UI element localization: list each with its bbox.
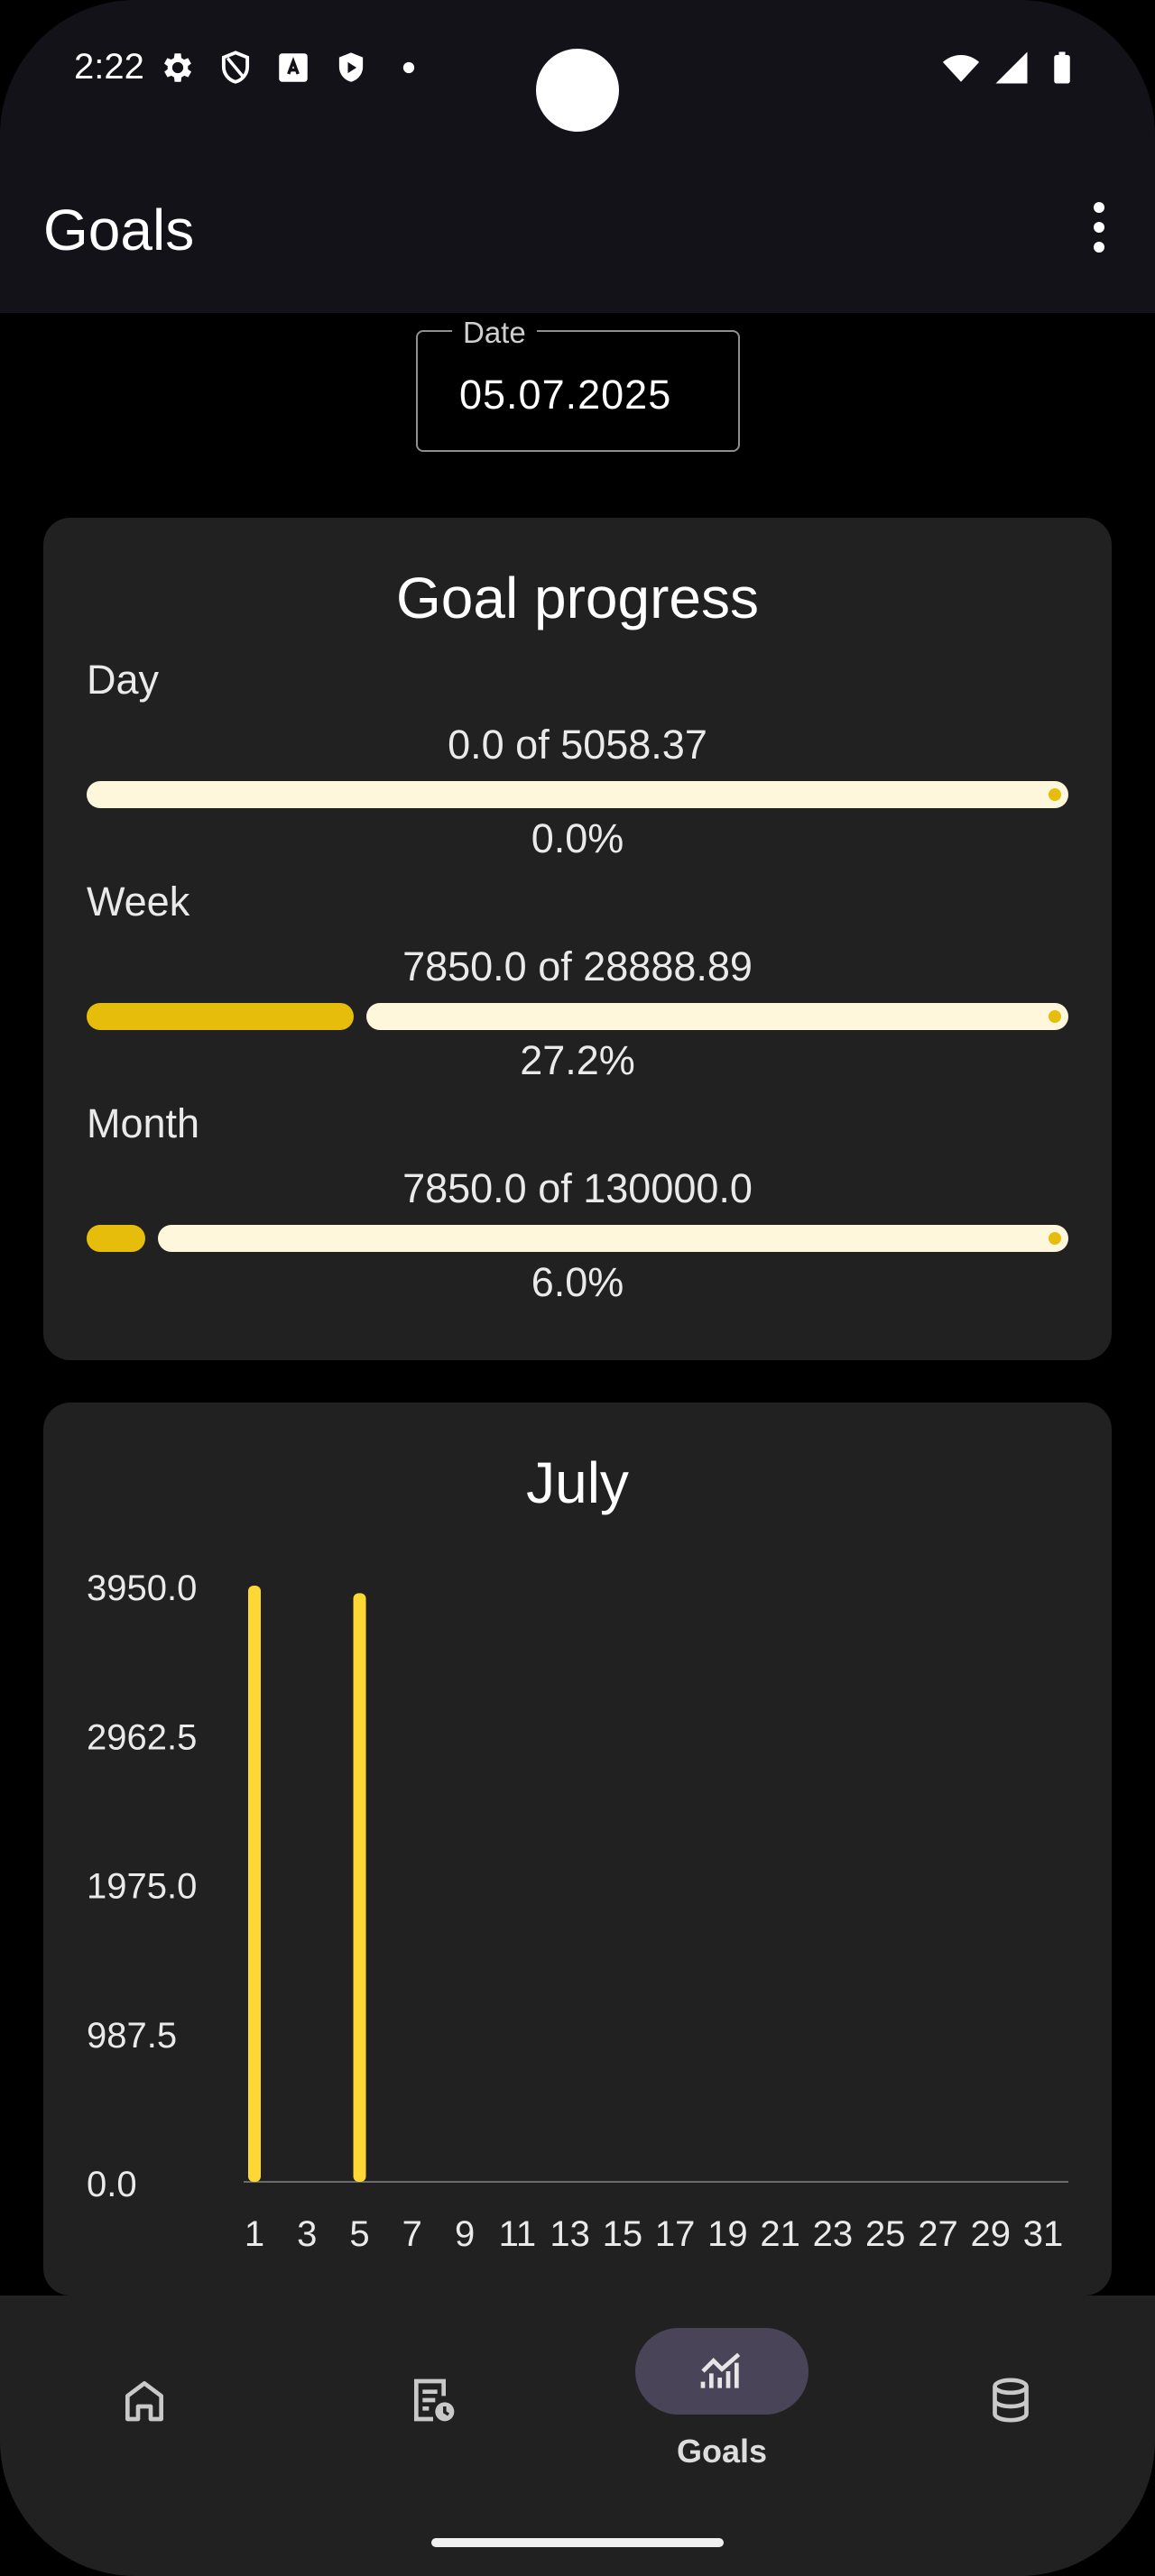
chart-x-tick-label: 3 <box>297 2214 317 2254</box>
progress-week-amount: 7850.0 of 28888.89 <box>402 943 753 989</box>
chart-x-tick-label: 17 <box>655 2214 696 2254</box>
progress-day-bar <box>87 781 1068 808</box>
chart-x-tick-label: 11 <box>499 2214 537 2254</box>
chart-y-tick-label: 2962.5 <box>87 1717 197 1757</box>
status-icons-right <box>942 49 1081 87</box>
camera-cutout <box>536 49 619 132</box>
progress-day-amount: 0.0 of 5058.37 <box>448 722 707 768</box>
monthly-chart-card: July 3950.0 2962.5 1975.0 987.5 0.0 1 3 5 7 9 11 13… <box>43 1403 1112 2295</box>
status-bar: 2:22 <box>0 0 1155 135</box>
database-icon <box>993 2378 1029 2423</box>
text-box-icon <box>279 53 308 82</box>
nav-item-goals[interactable]: Goals <box>578 2295 866 2530</box>
date-field-value: 05.07.2025 <box>459 372 672 418</box>
chart-x-tick-label: 23 <box>813 2214 854 2254</box>
top-app-bar: Goals <box>0 135 1155 313</box>
notification-dot-icon <box>402 61 415 74</box>
progress-month-bar <box>87 1225 1068 1252</box>
battery-icon <box>1054 51 1070 84</box>
chart-x-tick-label: 25 <box>865 2214 906 2254</box>
progress-month-fill <box>87 1225 145 1252</box>
progress-week-label: Week <box>87 879 190 925</box>
progress-week-bar <box>87 1003 1068 1030</box>
progress-week-percent: 27.2% <box>520 1037 635 1083</box>
chart-bar <box>353 1593 366 2182</box>
progress-day-percent: 0.0% <box>531 815 624 861</box>
nav-item-database[interactable] <box>866 2295 1155 2530</box>
progress-day-end-dot <box>1049 788 1061 801</box>
more-vert-icon[interactable] <box>1081 198 1117 256</box>
play-shield-icon <box>338 52 364 82</box>
nav-item-history[interactable] <box>289 2295 578 2530</box>
settings-icon <box>163 53 192 82</box>
progress-month-end-dot <box>1049 1232 1061 1245</box>
chart-y-tick-label: 987.5 <box>87 2016 177 2056</box>
chart-x-tick-label: 7 <box>402 2214 422 2254</box>
goals-chart-icon <box>700 2352 741 2388</box>
chart-x-tick-label: 27 <box>918 2214 958 2254</box>
progress-month-amount: 7850.0 of 130000.0 <box>402 1165 753 1211</box>
shield-icon <box>221 51 250 84</box>
status-time: 2:22 <box>74 47 144 87</box>
chart-x-tick-label: 5 <box>349 2214 369 2254</box>
chart-x-tick-label: 19 <box>707 2214 748 2254</box>
bar-chart: 3950.02962.51975.0987.50.01 3 5 7 9 11 13 15 17 1… <box>87 1569 1068 2254</box>
chart-x-tick-label: 31 <box>1023 2214 1064 2254</box>
home-icon <box>125 2381 164 2422</box>
chart-x-tick-label: 9 <box>455 2214 475 2254</box>
phone-screen: 2:22 Goals Date 05.07.2025 Goal progress… <box>0 0 1155 2576</box>
chart-x-tick-label: 13 <box>550 2214 590 2254</box>
chart-x-tick-label: 15 <box>603 2214 643 2254</box>
nav-goals-label: Goals <box>676 2433 768 2470</box>
status-icons-left <box>159 49 428 87</box>
date-field[interactable]: Date 05.07.2025 <box>416 316 740 452</box>
nav-item-home[interactable] <box>0 2295 289 2530</box>
progress-month-label: Month <box>87 1100 200 1146</box>
page-title: Goals <box>43 198 195 262</box>
progress-week-fill <box>87 1003 354 1030</box>
chart-y-tick-label: 3950.0 <box>87 1569 197 1608</box>
date-field-label: Date <box>452 316 537 350</box>
chart-y-tick-label: 0.0 <box>87 2165 137 2204</box>
progress-day-label: Day <box>87 657 160 703</box>
wifi-icon <box>942 55 980 82</box>
chart-x-tick-label: 1 <box>245 2214 264 2254</box>
progress-month-percent: 6.0% <box>531 1259 624 1305</box>
progress-week-end-dot <box>1049 1010 1061 1023</box>
chart-bar <box>248 1586 261 2182</box>
bottom-navigation: Goals <box>0 2295 1155 2576</box>
goal-progress-title: Goal progress <box>396 566 759 630</box>
gesture-home-bar[interactable] <box>431 2538 724 2547</box>
chart-y-tick-label: 1975.0 <box>87 1867 197 1907</box>
history-icon <box>414 2378 455 2422</box>
progress-day-track <box>87 781 1068 808</box>
signal-icon <box>995 51 1028 84</box>
progress-week-track <box>366 1003 1068 1030</box>
chart-x-tick-label: 21 <box>760 2214 800 2254</box>
progress-month-track <box>158 1225 1068 1252</box>
chart-x-tick-label: 29 <box>970 2214 1011 2254</box>
goal-progress-card: Goal progress Day 0.0 of 5058.37 0.0% We… <box>43 518 1112 1360</box>
